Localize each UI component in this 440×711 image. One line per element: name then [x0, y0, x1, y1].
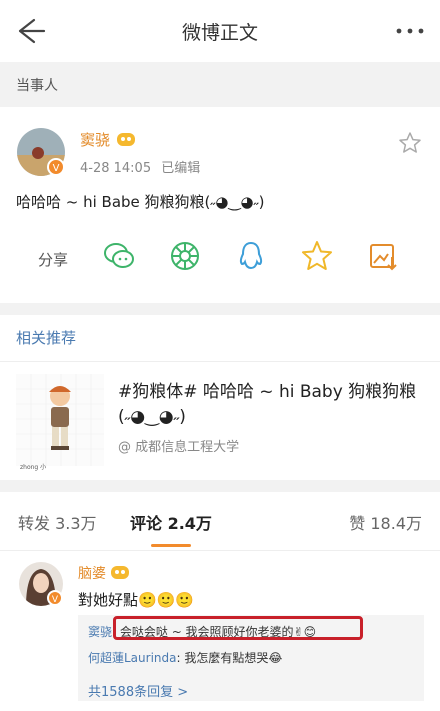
more-options-icon[interactable] [394, 18, 426, 44]
more-replies-link[interactable]: 共1588条回复 > [88, 681, 188, 700]
post-text: 哈哈哈 ~ hi Babe 狗粮狗粮(˶◕‿◕˶) [16, 193, 265, 211]
related-thumbnail[interactable] [16, 374, 104, 466]
vip-badge-icon [117, 133, 135, 146]
svg-text:V: V [53, 163, 60, 174]
tab-comment[interactable]: 评论 2.4万 [130, 510, 212, 534]
share-label: 分享 [38, 251, 69, 269]
page-title: 微博正文 [181, 21, 258, 44]
moments-icon[interactable] [168, 239, 202, 273]
save-image-icon[interactable] [366, 239, 400, 273]
reply-text: : 我怎麼有點想哭😂 [176, 651, 283, 665]
qq-icon[interactable] [234, 239, 268, 273]
author-avatar[interactable]: V [16, 127, 66, 177]
vip-badge-icon [111, 566, 129, 579]
related-heading: 相关推荐 [0, 315, 440, 362]
commenter-name[interactable]: 脑婆 [78, 563, 106, 583]
edited-label: 已编辑 [161, 161, 201, 176]
svg-text:V: V [52, 595, 59, 605]
related-card[interactable]: zhong 小 #狗粮体# 哈哈哈 ~ hi Baby 狗粮狗粮(˶◕‿◕˶) … [0, 362, 440, 480]
back-arrow-icon[interactable] [12, 14, 46, 48]
post-time: 4-28 14:05 [80, 161, 152, 176]
thumbnail-caption: zhong 小 [20, 464, 47, 471]
reply-author[interactable]: 窦骁 [88, 625, 112, 639]
related-title: #狗粮体# 哈哈哈 ~ hi Baby 狗粮狗粮(˶◕‿◕˶) [118, 382, 417, 427]
wechat-icon[interactable] [102, 239, 136, 273]
active-tab-indicator [151, 544, 191, 547]
comment-text: 對她好點🙂🙂🙂 [78, 591, 195, 609]
commenter-avatar[interactable]: V [18, 561, 64, 607]
tab-repost[interactable]: 转发 3.3万 [18, 510, 97, 534]
post-card: V 窦骁 4-28 14:05 已编辑 哈哈哈 ~ hi Babe 狗粮狗粮(˶… [0, 107, 440, 303]
section-label: 当事人 [0, 62, 440, 107]
share-row: 分享 [0, 233, 440, 287]
author-name[interactable]: 窦骁 [80, 129, 110, 150]
interaction-tabs: 转发 3.3万 评论 2.4万 赞 18.4万 [0, 492, 440, 551]
reply-author[interactable]: 何超蓮Laurinda [88, 651, 177, 665]
reply-item: 何超蓮Laurinda: 我怎麼有點想哭😂 [88, 649, 282, 666]
related-source: @ 成都信息工程大学 [118, 440, 240, 455]
highlight-box [113, 616, 363, 640]
favorite-star-icon[interactable] [398, 131, 422, 155]
tab-like[interactable]: 赞 18.4万 [349, 510, 422, 534]
qzone-star-icon[interactable] [300, 239, 334, 273]
post-meta: 4-28 14:05 已编辑 [80, 157, 200, 176]
nav-bar: 微博正文 [0, 0, 440, 62]
